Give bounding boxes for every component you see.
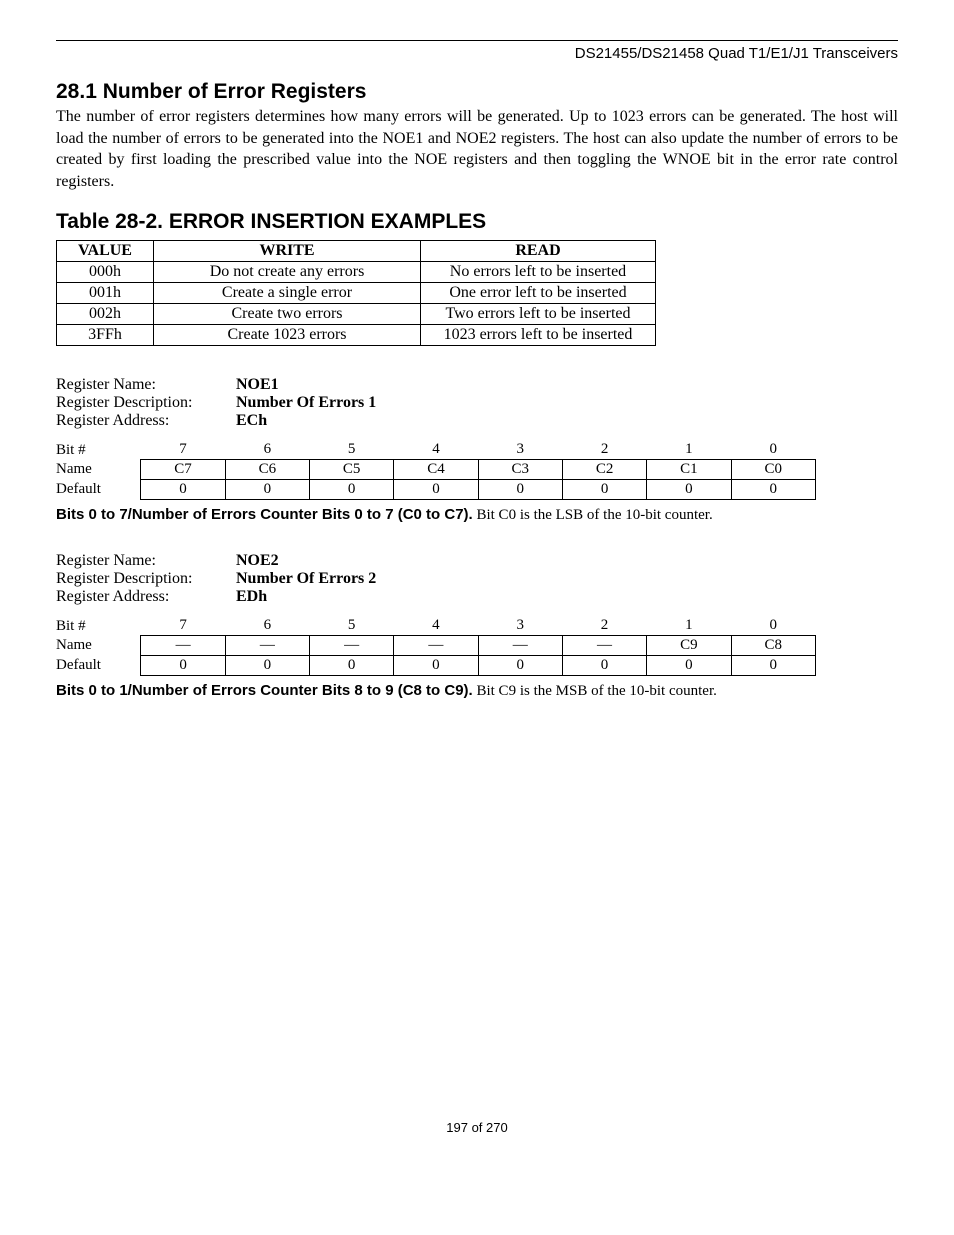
bit-number-label: Bit # (56, 440, 141, 460)
reg-desc-value: Number Of Errors 2 (236, 570, 376, 588)
page-footer: 197 of 270 (56, 1120, 898, 1135)
register-noe1: Register Name: NOE1 Register Description… (56, 376, 898, 430)
bit-table-noe1: Bit # 76543210 Name C7C6C5C4C3C2C1C0 Def… (56, 440, 816, 500)
noe2-bit-description: Bits 0 to 1/Number of Errors Counter Bit… (56, 682, 898, 700)
table-row: 000h Do not create any errors No errors … (57, 262, 656, 283)
section-title: 28.1 Number of Error Registers (56, 80, 898, 104)
reg-addr-label: Register Address: (56, 588, 236, 606)
doc-header: DS21455/DS21458 Quad T1/E1/J1 Transceive… (56, 45, 898, 62)
bit-default-label: Default (56, 480, 141, 500)
bit-name-label: Name (56, 636, 141, 656)
th-write: WRITE (154, 241, 421, 262)
reg-desc-label: Register Description: (56, 570, 236, 588)
table-row: 3FFh Create 1023 errors 1023 errors left… (57, 325, 656, 346)
register-noe2: Register Name: NOE2 Register Description… (56, 552, 898, 606)
table-title: Table 28-2. ERROR INSERTION EXAMPLES (56, 210, 898, 234)
noe1-bit-description: Bits 0 to 7/Number of Errors Counter Bit… (56, 506, 898, 524)
th-value: VALUE (57, 241, 154, 262)
reg-name-label: Register Name: (56, 552, 236, 570)
bit-number-label: Bit # (56, 616, 141, 636)
th-read: READ (421, 241, 656, 262)
error-insertion-table: VALUE WRITE READ 000h Do not create any … (56, 240, 656, 346)
bit-default-label: Default (56, 656, 141, 676)
reg-addr-label: Register Address: (56, 412, 236, 430)
table-row: 001h Create a single error One error lef… (57, 283, 656, 304)
reg-name-label: Register Name: (56, 376, 236, 394)
bit-table-noe2: Bit # 76543210 Name ——————C9C8 Default 0… (56, 616, 816, 676)
reg-addr-value: EDh (236, 588, 267, 606)
reg-addr-value: ECh (236, 412, 267, 430)
table-row: 002h Create two errors Two errors left t… (57, 304, 656, 325)
reg-name-value: NOE2 (236, 552, 279, 570)
section-body: The number of error registers determines… (56, 106, 898, 192)
reg-desc-label: Register Description: (56, 394, 236, 412)
reg-name-value: NOE1 (236, 376, 279, 394)
reg-desc-value: Number Of Errors 1 (236, 394, 376, 412)
bit-name-label: Name (56, 460, 141, 480)
